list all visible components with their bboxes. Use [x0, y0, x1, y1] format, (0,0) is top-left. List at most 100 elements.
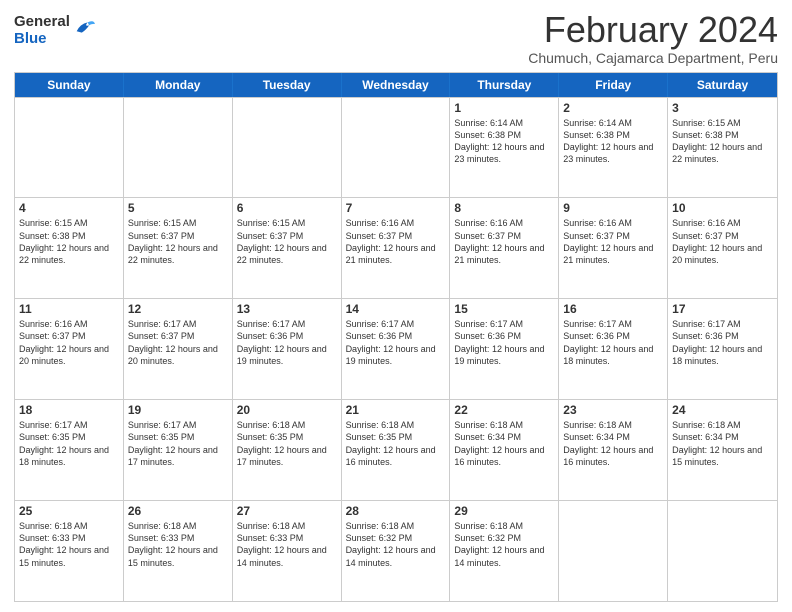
day-number: 17 — [672, 302, 773, 316]
day-header-sunday: Sunday — [15, 73, 124, 97]
day-info: Sunrise: 6:17 AM Sunset: 6:36 PM Dayligh… — [563, 318, 663, 367]
calendar-subtitle: Chumuch, Cajamarca Department, Peru — [528, 50, 778, 66]
day-number: 22 — [454, 403, 554, 417]
calendar-day-24: 24 Sunrise: 6:18 AM Sunset: 6:34 PM Dayli… — [668, 400, 777, 500]
calendar-day-12: 12Sunrise: 6:17 AM Sunset: 6:37 PM Dayli… — [124, 299, 233, 399]
day-info: Sunrise: 6:18 AM Sunset: 6:35 PM Dayligh… — [346, 419, 446, 468]
header: General Blue February 2024 Chumuch, Caja… — [14, 10, 778, 66]
calendar-empty-cell — [233, 98, 342, 198]
calendar-row-0: 1Sunrise: 6:14 AM Sunset: 6:38 PM Daylig… — [15, 97, 777, 198]
calendar-day-6: 6 Sunrise: 6:15 AM Sunset: 6:37 PM Daylig… — [233, 198, 342, 298]
day-info: Sunrise: 6:16 AM Sunset: 6:37 PM Dayligh… — [563, 217, 663, 266]
title-block: February 2024 Chumuch, Cajamarca Departm… — [528, 10, 778, 66]
calendar-body: 1Sunrise: 6:14 AM Sunset: 6:38 PM Daylig… — [15, 97, 777, 601]
day-number: 25 — [19, 504, 119, 518]
day-info: Sunrise: 6:17 AM Sunset: 6:35 PM Dayligh… — [19, 419, 119, 468]
calendar-row-2: 11 Sunrise: 6:16 AM Sunset: 6:37 PM Dayli… — [15, 298, 777, 399]
day-header-friday: Friday — [559, 73, 668, 97]
calendar: SundayMondayTuesdayWednesdayThursdayFrid… — [14, 72, 778, 602]
logo-blue: Blue — [14, 31, 70, 48]
day-number: 10 — [672, 201, 773, 215]
calendar-day-19: 19Sunrise: 6:17 AM Sunset: 6:35 PM Dayli… — [124, 400, 233, 500]
day-info: Sunrise: 6:18 AM Sunset: 6:33 PM Dayligh… — [19, 520, 119, 569]
day-header-saturday: Saturday — [668, 73, 777, 97]
day-info: Sunrise: 6:15 AM Sunset: 6:37 PM Dayligh… — [237, 217, 337, 266]
day-number: 11 — [19, 302, 119, 316]
day-info: Sunrise: 6:18 AM Sunset: 6:32 PM Dayligh… — [454, 520, 554, 569]
day-number: 24 — [672, 403, 773, 417]
calendar-row-3: 18 Sunrise: 6:17 AM Sunset: 6:35 PM Dayli… — [15, 399, 777, 500]
day-number: 16 — [563, 302, 663, 316]
calendar-empty-cell — [559, 501, 668, 601]
day-number: 23 — [563, 403, 663, 417]
day-info: Sunrise: 6:16 AM Sunset: 6:37 PM Dayligh… — [454, 217, 554, 266]
calendar-day-26: 26Sunrise: 6:18 AM Sunset: 6:33 PM Dayli… — [124, 501, 233, 601]
day-info: Sunrise: 6:18 AM Sunset: 6:33 PM Dayligh… — [128, 520, 228, 569]
calendar-header-row: SundayMondayTuesdayWednesdayThursdayFrid… — [15, 73, 777, 97]
calendar-day-20: 20 Sunrise: 6:18 AM Sunset: 6:35 PM Dayli… — [233, 400, 342, 500]
day-number: 6 — [237, 201, 337, 215]
day-number: 28 — [346, 504, 446, 518]
day-number: 27 — [237, 504, 337, 518]
calendar-day-16: 16 Sunrise: 6:17 AM Sunset: 6:36 PM Dayli… — [559, 299, 668, 399]
calendar-day-9: 9 Sunrise: 6:16 AM Sunset: 6:37 PM Daylig… — [559, 198, 668, 298]
calendar-row-4: 25 Sunrise: 6:18 AM Sunset: 6:33 PM Dayli… — [15, 500, 777, 601]
calendar-day-5: 5 Sunrise: 6:15 AM Sunset: 6:37 PM Daylig… — [124, 198, 233, 298]
calendar-day-11: 11 Sunrise: 6:16 AM Sunset: 6:37 PM Dayli… — [15, 299, 124, 399]
day-number: 2 — [563, 101, 663, 115]
day-number: 3 — [672, 101, 773, 115]
day-info: Sunrise: 6:14 AM Sunset: 6:38 PM Dayligh… — [563, 117, 663, 166]
calendar-empty-cell — [124, 98, 233, 198]
logo-text: General Blue — [14, 14, 70, 47]
calendar-empty-cell — [15, 98, 124, 198]
calendar-day-18: 18 Sunrise: 6:17 AM Sunset: 6:35 PM Dayli… — [15, 400, 124, 500]
calendar-day-14: 14Sunrise: 6:17 AM Sunset: 6:36 PM Dayli… — [342, 299, 451, 399]
day-number: 19 — [128, 403, 228, 417]
day-number: 21 — [346, 403, 446, 417]
day-header-wednesday: Wednesday — [342, 73, 451, 97]
calendar-day-28: 28 Sunrise: 6:18 AM Sunset: 6:32 PM Dayli… — [342, 501, 451, 601]
calendar-day-3: 3Sunrise: 6:15 AM Sunset: 6:38 PM Daylig… — [668, 98, 777, 198]
calendar-day-27: 27 Sunrise: 6:18 AM Sunset: 6:33 PM Dayli… — [233, 501, 342, 601]
logo-bird-icon — [73, 18, 95, 40]
day-number: 20 — [237, 403, 337, 417]
calendar-row-1: 4Sunrise: 6:15 AM Sunset: 6:38 PM Daylig… — [15, 197, 777, 298]
day-number: 7 — [346, 201, 446, 215]
day-info: Sunrise: 6:17 AM Sunset: 6:36 PM Dayligh… — [672, 318, 773, 367]
day-info: Sunrise: 6:18 AM Sunset: 6:35 PM Dayligh… — [237, 419, 337, 468]
calendar-empty-cell — [668, 501, 777, 601]
day-number: 14 — [346, 302, 446, 316]
logo-general: General — [14, 14, 70, 31]
day-number: 13 — [237, 302, 337, 316]
day-number: 5 — [128, 201, 228, 215]
day-info: Sunrise: 6:14 AM Sunset: 6:38 PM Dayligh… — [454, 117, 554, 166]
day-info: Sunrise: 6:18 AM Sunset: 6:33 PM Dayligh… — [237, 520, 337, 569]
calendar-day-29: 29Sunrise: 6:18 AM Sunset: 6:32 PM Dayli… — [450, 501, 559, 601]
day-info: Sunrise: 6:15 AM Sunset: 6:37 PM Dayligh… — [128, 217, 228, 266]
page: General Blue February 2024 Chumuch, Caja… — [0, 0, 792, 612]
calendar-day-22: 22 Sunrise: 6:18 AM Sunset: 6:34 PM Dayli… — [450, 400, 559, 500]
day-number: 12 — [128, 302, 228, 316]
day-info: Sunrise: 6:18 AM Sunset: 6:34 PM Dayligh… — [672, 419, 773, 468]
day-header-tuesday: Tuesday — [233, 73, 342, 97]
calendar-day-15: 15 Sunrise: 6:17 AM Sunset: 6:36 PM Dayli… — [450, 299, 559, 399]
day-number: 8 — [454, 201, 554, 215]
logo: General Blue — [14, 14, 95, 47]
calendar-day-4: 4Sunrise: 6:15 AM Sunset: 6:38 PM Daylig… — [15, 198, 124, 298]
calendar-day-25: 25 Sunrise: 6:18 AM Sunset: 6:33 PM Dayli… — [15, 501, 124, 601]
day-number: 4 — [19, 201, 119, 215]
day-header-thursday: Thursday — [450, 73, 559, 97]
day-info: Sunrise: 6:18 AM Sunset: 6:32 PM Dayligh… — [346, 520, 446, 569]
day-info: Sunrise: 6:17 AM Sunset: 6:36 PM Dayligh… — [454, 318, 554, 367]
calendar-day-13: 13Sunrise: 6:17 AM Sunset: 6:36 PM Dayli… — [233, 299, 342, 399]
day-info: Sunrise: 6:18 AM Sunset: 6:34 PM Dayligh… — [454, 419, 554, 468]
day-info: Sunrise: 6:16 AM Sunset: 6:37 PM Dayligh… — [19, 318, 119, 367]
day-info: Sunrise: 6:18 AM Sunset: 6:34 PM Dayligh… — [563, 419, 663, 468]
calendar-day-23: 23 Sunrise: 6:18 AM Sunset: 6:34 PM Dayli… — [559, 400, 668, 500]
day-header-monday: Monday — [124, 73, 233, 97]
day-number: 15 — [454, 302, 554, 316]
day-number: 9 — [563, 201, 663, 215]
day-info: Sunrise: 6:16 AM Sunset: 6:37 PM Dayligh… — [672, 217, 773, 266]
day-number: 18 — [19, 403, 119, 417]
calendar-day-1: 1Sunrise: 6:14 AM Sunset: 6:38 PM Daylig… — [450, 98, 559, 198]
